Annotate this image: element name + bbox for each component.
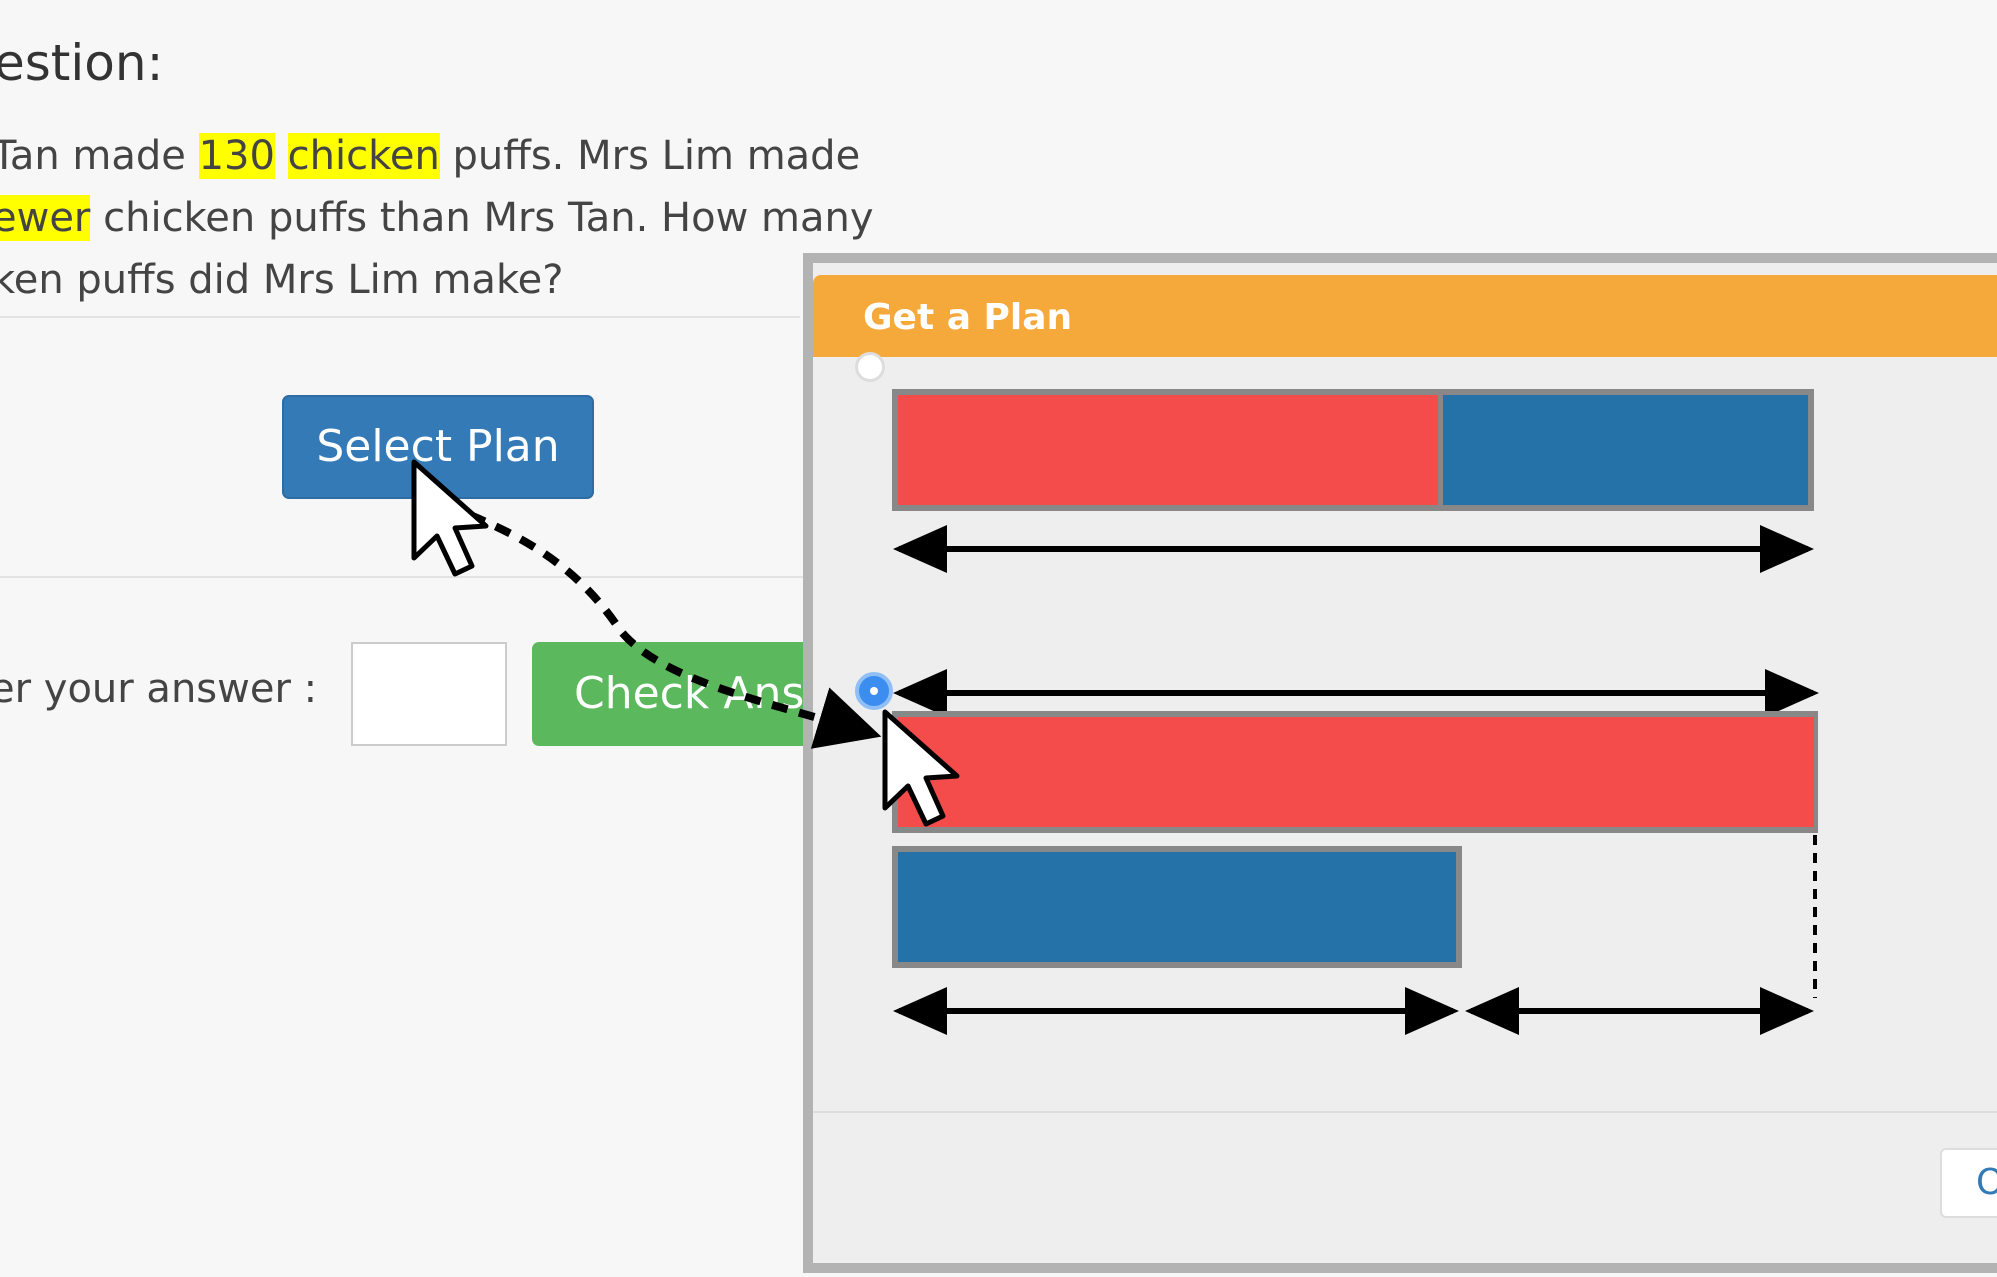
- mouse-cursor-icon: [882, 709, 960, 827]
- annotation-overlay: [411, 459, 960, 827]
- dashed-path-arrow: [468, 511, 882, 749]
- mouse-cursor-icon: [411, 459, 489, 577]
